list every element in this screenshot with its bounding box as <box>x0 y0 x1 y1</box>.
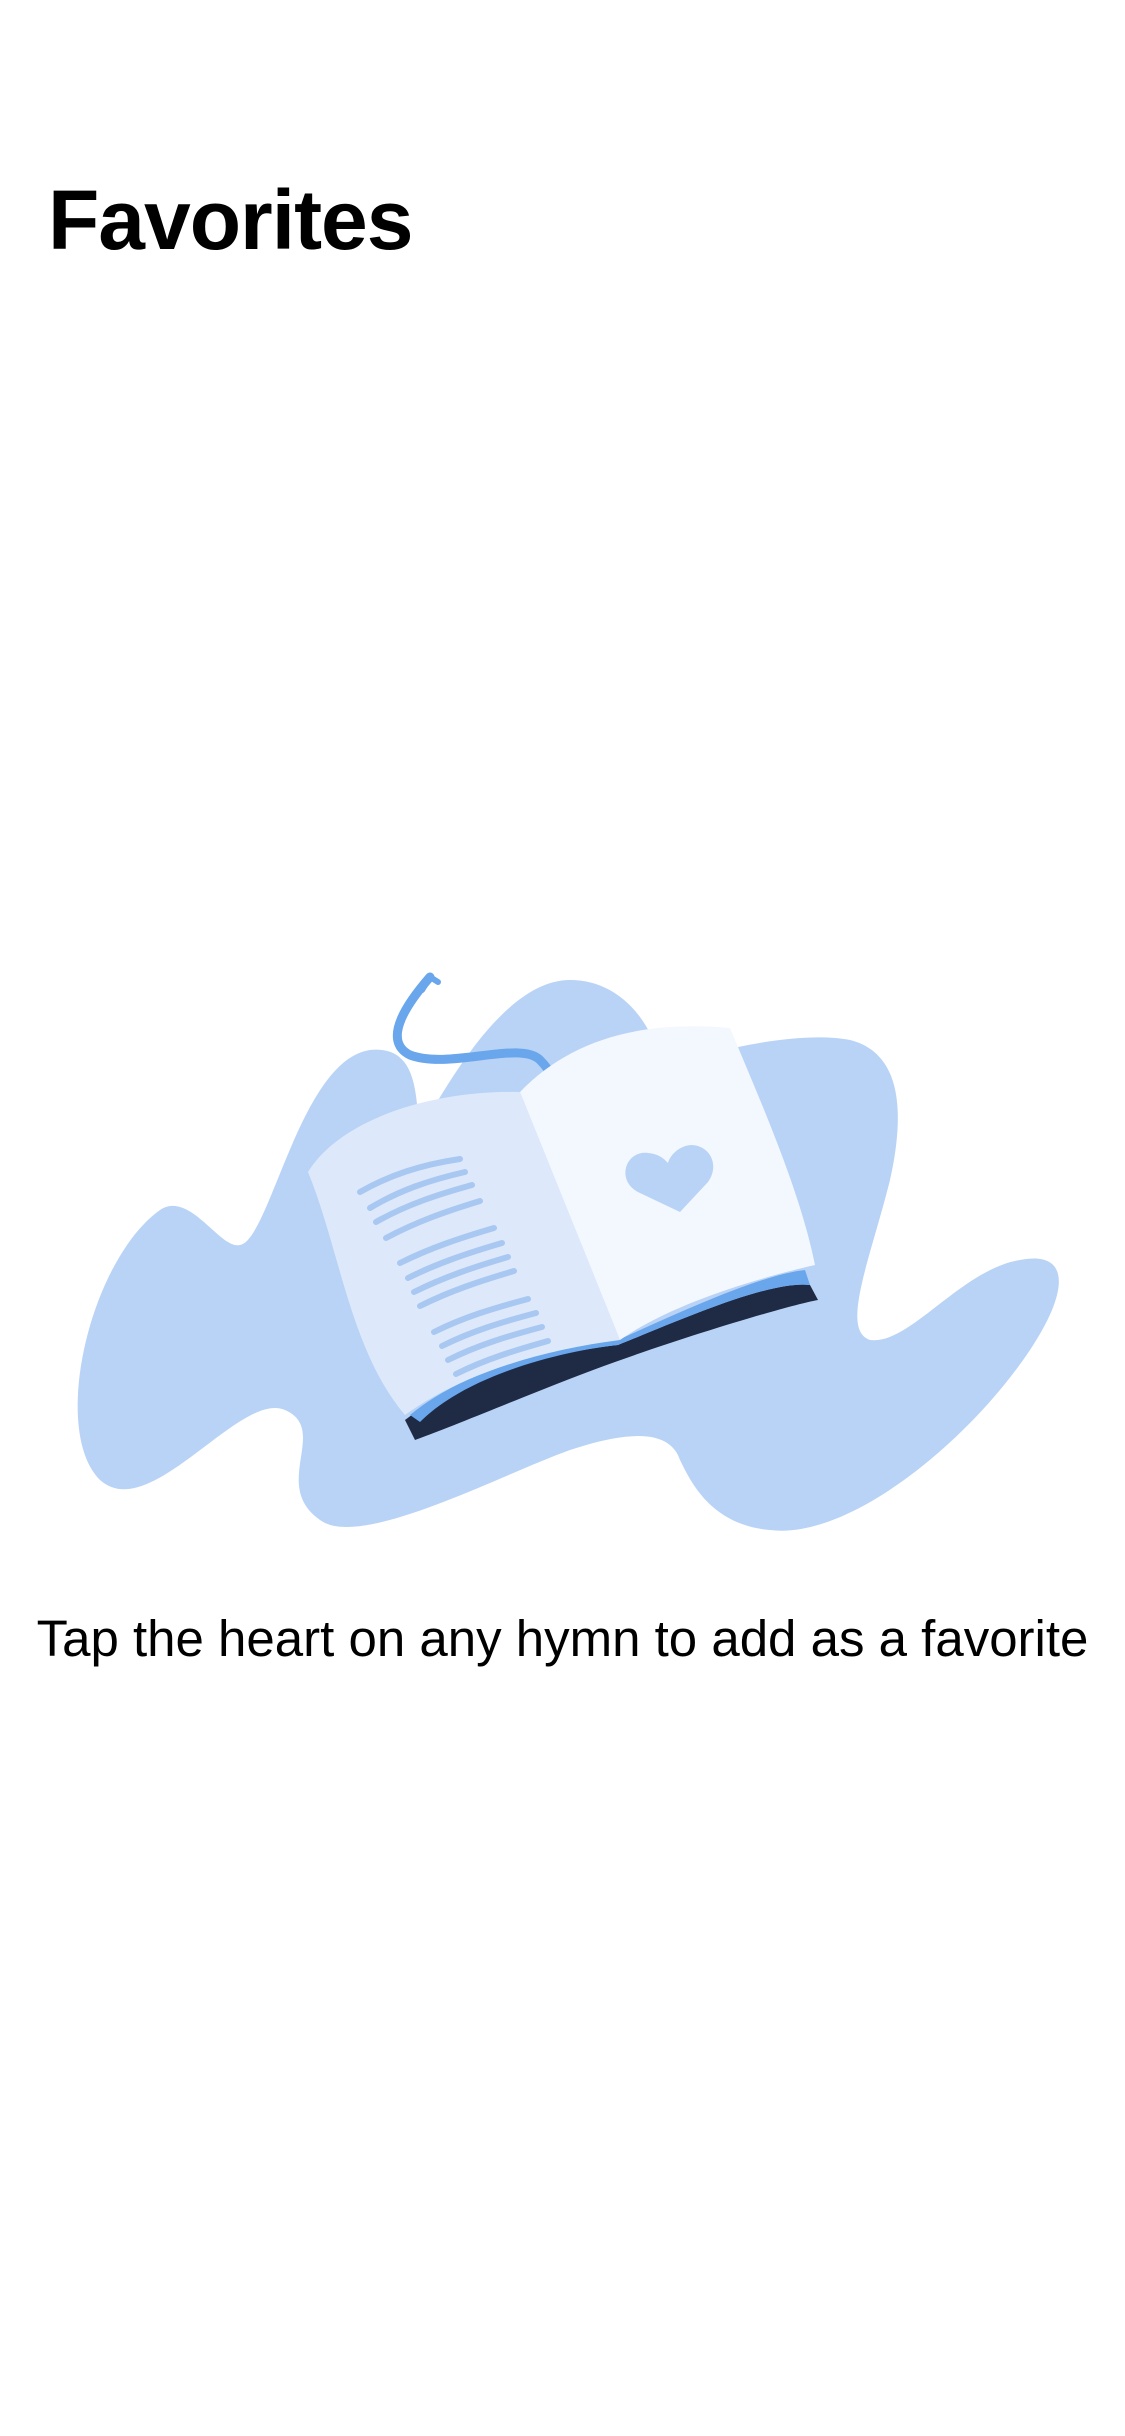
page-title: Favorites <box>48 173 413 267</box>
open-book-heart-illustration-icon <box>77 972 1059 1531</box>
empty-state-message: Tap the heart on any hymn to add as a fa… <box>36 1610 1089 1667</box>
